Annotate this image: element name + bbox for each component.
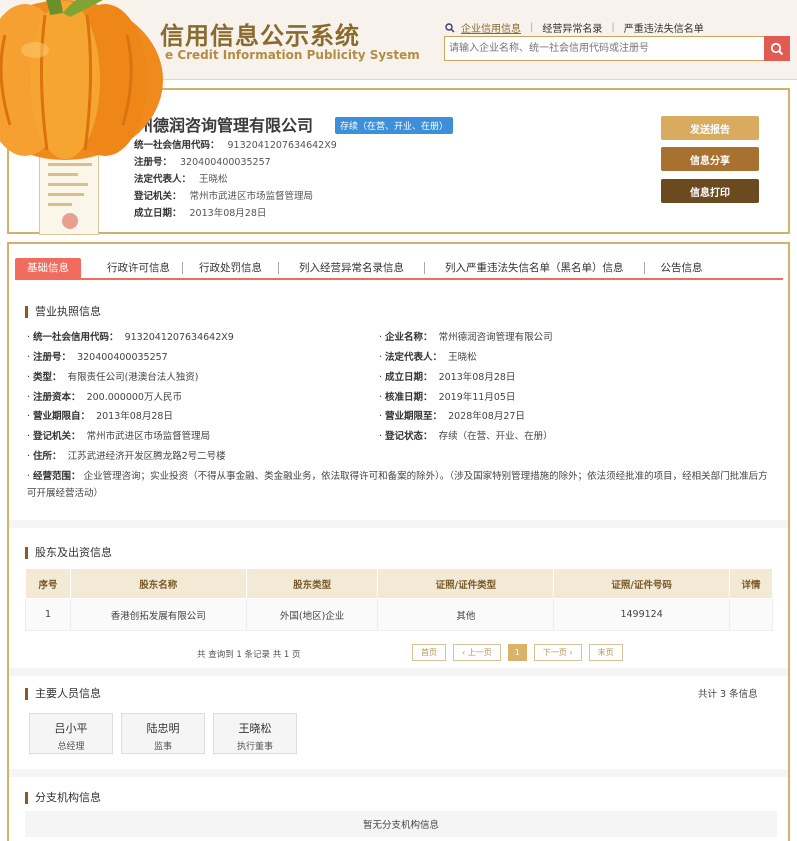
tab-blacklist[interactable]: 列入严重违法失信名单（黑名单）信息 [425, 258, 644, 278]
info-founded: 成立日期： 2013年08月28日 [134, 208, 267, 219]
nav-enterprise-credit[interactable]: 企业信用信息 [461, 20, 521, 35]
tab-basic-info[interactable]: 基础信息 [15, 258, 81, 278]
send-report-button[interactable]: 发送报告 [661, 116, 759, 140]
shareholders-table: 序号 股东名称 股东类型 证照/证件类型 证照/证件号码 详情 1 香港创拓发展… [25, 568, 773, 631]
info-authority: 登记机关： 常州市武进区市场监督管理局 [134, 191, 314, 202]
nav-separator: | [530, 22, 534, 33]
col-cert-type: 证照/证件类型 [377, 568, 555, 599]
last-page-button[interactable]: 末页 [588, 644, 623, 661]
person-role: 监事 [153, 742, 172, 752]
next-page-button[interactable]: 下一页 › [533, 644, 582, 661]
status-badge: 存续（在营、开业、在册） [335, 117, 454, 134]
field-type: · 类型： 有限责任公司(港澳台法人独资) [27, 372, 199, 383]
field-approved: · 核准日期： 2019年11月05日 [379, 392, 516, 403]
branches-empty-message: 暂无分支机构信息 [25, 811, 777, 837]
pumpkin-decoration [0, 0, 163, 160]
person-name: 陆忠明 [146, 722, 180, 735]
section-staff-title: 主要人员信息 [25, 688, 101, 700]
prev-page-button[interactable]: ‹ 上一页 [453, 644, 501, 661]
field-capital: · 注册资本： 200.000000万人民币 [27, 392, 182, 403]
field-term-to: · 营业期限至： 2028年08月27日 [379, 411, 525, 422]
field-founded: · 成立日期： 2013年08月28日 [379, 372, 516, 383]
person-name: 王晓松 [238, 722, 272, 735]
col-detail: 详情 [729, 568, 773, 599]
current-page-button[interactable]: 1 [507, 644, 527, 661]
staff-total: 共计 3 条信息 [698, 689, 758, 700]
nav-separator: | [611, 22, 615, 33]
license-certificate-image [39, 150, 99, 235]
search-button[interactable] [764, 36, 790, 61]
col-index: 序号 [25, 568, 71, 599]
search-input[interactable] [445, 37, 761, 60]
nav-abnormal-list[interactable]: 经营异常名录 [542, 20, 602, 35]
field-legal-rep: · 法定代表人： 王晓松 [379, 352, 477, 363]
pagination: 首页 ‹ 上一页 1 下一页 › 末页 [412, 644, 623, 661]
person-card[interactable]: 王晓松 执行董事 [213, 713, 297, 754]
person-card[interactable]: 吕小平 总经理 [29, 713, 113, 754]
info-legal-rep: 法定代表人： 王晓松 [134, 174, 228, 185]
section-divider [9, 520, 788, 528]
site-title: 信用信息公示系统 [160, 22, 360, 50]
pager-info: 共 查询到 1 条记录 共 1 页 [197, 650, 301, 660]
business-scope: · 经营范围： 企业管理咨询；实业投资（不得从事金融、类金融业务，依法取得许可和… [27, 471, 768, 499]
field-authority: · 登记机关： 常州市武进区市场监督管理局 [27, 431, 211, 442]
search-box [444, 36, 790, 61]
field-reg-number: · 注册号： 320400400035257 [27, 352, 168, 363]
section-divider [9, 769, 788, 777]
share-button[interactable]: 信息分享 [661, 147, 759, 171]
col-cert-number: 证照/证件号码 [553, 568, 730, 599]
person-card[interactable]: 陆忠明 监事 [121, 713, 205, 754]
first-page-button[interactable]: 首页 [412, 644, 446, 661]
field-credit-code: · 统一社会信用代码： 9132041207634642X9 [27, 332, 234, 343]
search-icon [770, 42, 784, 55]
section-shareholders-title: 股东及出资信息 [25, 547, 112, 559]
main-panel: 基础信息 行政许可信息 行政处罚信息 列入经营异常名录信息 列入严重违法失信名单… [7, 242, 790, 841]
field-term-from: · 营业期限自： 2013年08月28日 [27, 411, 173, 422]
section-branches-title: 分支机构信息 [25, 792, 101, 804]
person-name: 吕小平 [54, 722, 88, 735]
section-license-title: 营业执照信息 [25, 306, 101, 318]
tab-penalties[interactable]: 行政处罚信息 [183, 258, 278, 278]
field-company-name: · 企业名称： 常州德润咨询管理有限公司 [379, 332, 553, 343]
table-row: 1 香港创拓发展有限公司 外国(地区)企业 其他 1499124 [25, 598, 773, 631]
search-icon [445, 22, 455, 32]
tab-bar: 基础信息 行政许可信息 行政处罚信息 列入经营异常名录信息 列入严重违法失信名单… [15, 258, 783, 280]
field-status: · 登记状态： 存续（在营、开业、在册） [379, 431, 553, 442]
tab-abnormal-list[interactable]: 列入经营异常名录信息 [279, 258, 424, 278]
field-address: · 住所： 江苏武进经济开发区腾龙路2号二号楼 [27, 451, 226, 462]
person-role: 执行董事 [236, 742, 273, 752]
detail-cell[interactable] [729, 598, 773, 631]
top-nav: 企业信用信息 | 经营异常名录 | 严重违法失信名单 [445, 20, 704, 35]
site-subtitle: e Credit Information Publicity System [165, 48, 420, 62]
tab-announcements[interactable]: 公告信息 [645, 258, 719, 278]
col-name: 股东名称 [69, 568, 247, 599]
print-button[interactable]: 信息打印 [661, 179, 759, 203]
person-role: 总经理 [57, 742, 85, 752]
col-type: 股东类型 [245, 568, 379, 599]
tab-permits[interactable]: 行政许可信息 [95, 258, 182, 278]
nav-blacklist[interactable]: 严重违法失信名单 [624, 20, 704, 35]
section-divider [9, 668, 788, 676]
